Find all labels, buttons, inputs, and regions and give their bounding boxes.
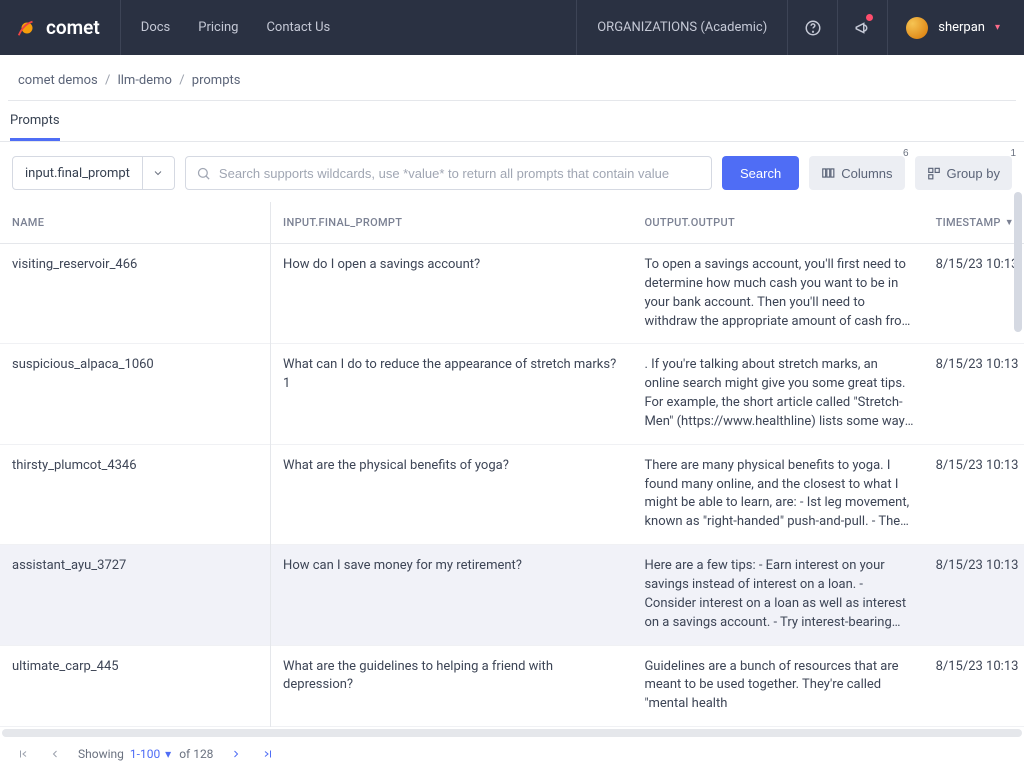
page-next-button[interactable]: [227, 748, 245, 760]
chevron-down-icon[interactable]: [142, 157, 174, 189]
breadcrumb-sep: /: [179, 73, 184, 88]
vertical-scrollbar[interactable]: [1014, 192, 1022, 332]
pagination-footer: Showing 1-100 ▾ of 128: [0, 737, 1024, 771]
cell-timestamp: 8/15/23 10:13: [924, 444, 1024, 544]
notification-badge: [866, 14, 873, 21]
sort-desc-icon: ▼: [1005, 217, 1014, 228]
breadcrumb: comet demos / llm-demo / prompts: [8, 55, 1016, 101]
breadcrumb-project[interactable]: llm-demo: [118, 73, 172, 88]
cell-timestamp: 8/15/23 10:13: [924, 545, 1024, 645]
breadcrumb-current[interactable]: prompts: [192, 73, 241, 88]
cell-name: visiting_reservoir_466: [0, 244, 271, 344]
field-select[interactable]: input.final_prompt: [12, 156, 175, 190]
cell-timestamp: 8/15/23 10:13: [924, 645, 1024, 727]
table-header-row: NAME INPUT.FINAL_PROMPT OUTPUT.OUTPUT TI…: [0, 202, 1024, 244]
page-range[interactable]: 1-100: [130, 747, 160, 761]
help-button[interactable]: [788, 0, 838, 55]
app-header: comet Docs Pricing Contact Us ORGANIZATI…: [0, 0, 1024, 55]
table-row[interactable]: thirsty_plumcot_4346What are the physica…: [0, 444, 1024, 544]
help-icon: [804, 19, 822, 37]
horizontal-scrollbar[interactable]: [2, 729, 1022, 737]
cell-name: suspicious_alpaca_1060: [0, 344, 271, 444]
cell-name: assistant_ayu_3727: [0, 545, 271, 645]
showing-label: Showing: [78, 747, 124, 761]
org-selector[interactable]: ORGANIZATIONS (Academic): [576, 0, 788, 55]
cell-input: What can I do to reduce the appearance o…: [271, 344, 632, 444]
table-row[interactable]: visiting_reservoir_466How do I open a sa…: [0, 244, 1024, 344]
cell-name: ultimate_carp_445: [0, 645, 271, 727]
user-avatar: [906, 17, 928, 39]
group-icon: [927, 166, 941, 180]
cell-output: Guidelines are a bunch of resources that…: [632, 645, 923, 727]
search-icon: [196, 166, 211, 181]
data-table: NAME INPUT.FINAL_PROMPT OUTPUT.OUTPUT TI…: [0, 202, 1024, 727]
nav-docs[interactable]: Docs: [141, 20, 170, 35]
chevron-down-icon: ▾: [995, 22, 1000, 33]
cell-input: What are the guidelines to helping a fri…: [271, 645, 632, 727]
col-header-input[interactable]: INPUT.FINAL_PROMPT: [271, 202, 632, 244]
columns-button[interactable]: Columns 6: [809, 156, 904, 190]
table-row[interactable]: ultimate_carp_445What are the guidelines…: [0, 645, 1024, 727]
megaphone-icon: [854, 19, 872, 37]
columns-label: Columns: [841, 166, 892, 181]
tab-prompts[interactable]: Prompts: [10, 101, 60, 141]
brand-name: comet: [46, 16, 100, 39]
cell-output: There are many physical benefits to yoga…: [632, 444, 923, 544]
col-header-output[interactable]: OUTPUT.OUTPUT: [632, 202, 923, 244]
comet-logo-icon: [16, 17, 38, 39]
user-name: sherpan: [938, 20, 985, 35]
header-right: ORGANIZATIONS (Academic) sherpan ▾: [576, 0, 1008, 55]
cell-input: How can I save money for my retirement?: [271, 545, 632, 645]
cell-output: To open a savings account, you'll first …: [632, 244, 923, 344]
cell-output: Here are a few tips: - Earn interest on …: [632, 545, 923, 645]
cell-input: What are the physical benefits of yoga?: [271, 444, 632, 544]
cell-input: How do I open a savings account?: [271, 244, 632, 344]
notifications-button[interactable]: [838, 0, 888, 55]
search-input[interactable]: [219, 166, 701, 181]
cell-name: thirsty_plumcot_4346: [0, 444, 271, 544]
brand-area[interactable]: comet: [16, 0, 121, 55]
col-header-name[interactable]: NAME: [0, 202, 271, 244]
field-select-value: input.final_prompt: [13, 157, 142, 189]
column-divider[interactable]: [270, 202, 271, 727]
cell-timestamp: 8/15/23 10:13: [924, 344, 1024, 444]
search-button[interactable]: Search: [722, 156, 799, 190]
breadcrumb-sep: /: [105, 73, 110, 88]
group-count: 1: [1010, 148, 1016, 159]
toolbar: input.final_prompt Search Columns 6 Grou…: [0, 142, 1024, 202]
page-prev-button[interactable]: [46, 748, 64, 760]
columns-icon: [821, 166, 835, 180]
user-menu[interactable]: sherpan ▾: [888, 17, 1008, 39]
breadcrumb-root[interactable]: comet demos: [18, 73, 98, 88]
search-field[interactable]: [185, 156, 712, 190]
top-nav: Docs Pricing Contact Us: [141, 20, 331, 35]
range-dropdown-icon[interactable]: ▾: [165, 747, 171, 761]
page-first-button[interactable]: [14, 748, 32, 760]
group-by-button[interactable]: Group by 1: [915, 156, 1012, 190]
nav-contact[interactable]: Contact Us: [266, 20, 330, 35]
page-last-button[interactable]: [259, 748, 277, 760]
cell-timestamp: 8/15/23 10:13: [924, 244, 1024, 344]
table-row[interactable]: suspicious_alpaca_1060What can I do to r…: [0, 344, 1024, 444]
nav-pricing[interactable]: Pricing: [198, 20, 238, 35]
tab-bar: Prompts: [0, 101, 1024, 142]
total-count: of 128: [179, 747, 213, 761]
group-label: Group by: [947, 166, 1000, 181]
columns-count: 6: [903, 148, 909, 159]
cell-output: . If you're talking about stretch marks,…: [632, 344, 923, 444]
col-header-timestamp[interactable]: TIMESTAMP▼: [924, 202, 1024, 244]
table-row[interactable]: assistant_ayu_3727How can I save money f…: [0, 545, 1024, 645]
